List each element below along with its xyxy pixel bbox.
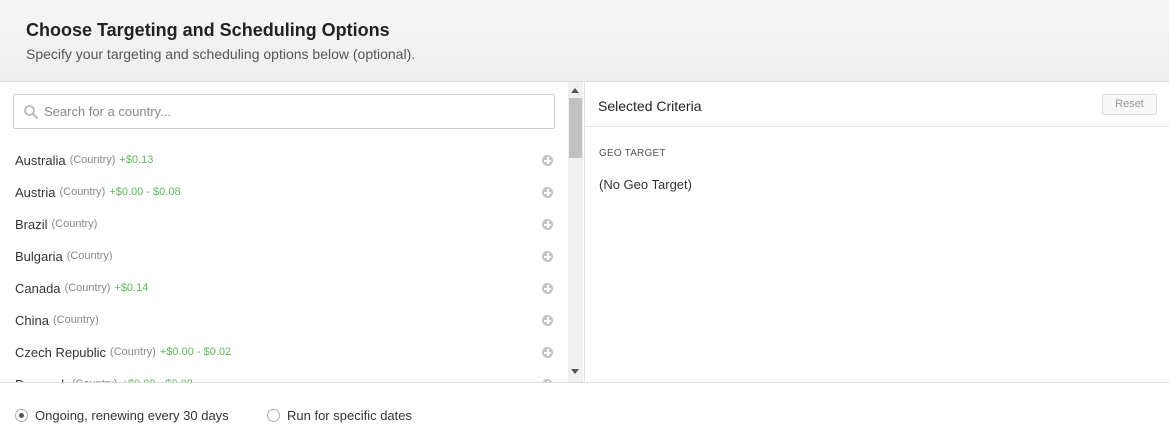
- country-row[interactable]: Canada (Country) +$0.14: [0, 272, 568, 304]
- country-name: Bulgaria: [15, 248, 63, 264]
- country-type: (Country): [66, 250, 113, 262]
- add-circle-icon[interactable]: [542, 219, 553, 230]
- country-price: +$0.00 - $0.08: [109, 186, 181, 198]
- selected-criteria-title: Selected Criteria: [598, 98, 702, 114]
- country-row[interactable]: Bulgaria (Country): [0, 240, 568, 272]
- page-subtitle: Specify your targeting and scheduling op…: [26, 46, 416, 62]
- selected-criteria-panel: Selected Criteria Reset GEO TARGET (No G…: [584, 82, 1169, 382]
- ongoing-radio-option[interactable]: Ongoing, renewing every 30 days: [15, 408, 229, 423]
- country-price: +$0.14: [114, 282, 149, 294]
- geo-target-label: GEO TARGET: [599, 148, 666, 159]
- add-circle-icon[interactable]: [542, 347, 553, 358]
- reset-button[interactable]: Reset: [1102, 94, 1157, 115]
- country-type: (Country): [69, 154, 116, 166]
- country-type: (Country): [51, 218, 98, 230]
- add-circle-icon[interactable]: [542, 283, 553, 294]
- country-row[interactable]: Denmark(Country)+$0.00 - $0.08: [0, 368, 568, 382]
- country-type: (Country): [59, 186, 106, 198]
- schedule-footer: Ongoing, renewing every 30 days Run for …: [0, 382, 1169, 444]
- country-name: Canada: [15, 280, 61, 296]
- page-title: Choose Targeting and Scheduling Options: [26, 20, 390, 40]
- geo-target-value: (No Geo Target): [599, 177, 692, 192]
- ongoing-radio[interactable]: [15, 409, 28, 422]
- selected-criteria-header: Selected Criteria Reset: [585, 82, 1169, 127]
- header: Choose Targeting and Scheduling Options …: [0, 0, 1169, 82]
- search-box[interactable]: [13, 94, 555, 129]
- scroll-up-arrow-icon[interactable]: [571, 88, 579, 93]
- add-circle-icon[interactable]: [542, 251, 553, 262]
- country-price: +$0.00 - $0.02: [159, 346, 232, 358]
- country-type: (Country): [110, 346, 156, 358]
- country-row[interactable]: Australia (Country) +$0.13: [0, 144, 568, 176]
- specific-dates-radio[interactable]: [267, 409, 280, 422]
- country-list: Australia (Country) +$0.13 Austria (Country)…: [0, 144, 568, 382]
- country-name: Australia: [15, 152, 66, 168]
- scroll-down-arrow-icon[interactable]: [571, 369, 579, 374]
- search-input[interactable]: [44, 95, 549, 128]
- country-type: (Country): [64, 282, 111, 294]
- specific-dates-radio-label: Run for specific dates: [287, 408, 413, 423]
- specific-dates-radio-option[interactable]: Run for specific dates: [267, 408, 412, 423]
- ongoing-radio-label: Ongoing, renewing every 30 days: [35, 408, 229, 423]
- country-type: (Country): [52, 314, 99, 326]
- add-circle-icon[interactable]: [542, 155, 553, 166]
- country-name: Austria: [15, 184, 56, 200]
- add-circle-icon[interactable]: [542, 315, 553, 326]
- country-row[interactable]: Brazil (Country): [0, 208, 568, 240]
- search-icon: [24, 105, 38, 119]
- country-name: Czech Republic: [15, 344, 107, 360]
- scrollbar[interactable]: [568, 82, 583, 382]
- add-circle-icon[interactable]: [542, 187, 553, 198]
- country-row[interactable]: China (Country): [0, 304, 568, 336]
- country-name: Brazil: [15, 216, 48, 232]
- country-name: China: [15, 312, 49, 328]
- scrollbar-thumb[interactable]: [569, 98, 582, 158]
- country-panel: Australia(Country)+$0.13Austria(Country)…: [0, 82, 568, 382]
- country-row[interactable]: Czech Republic (Country) +$0.00 - $0.02: [0, 336, 568, 368]
- country-row[interactable]: Austria (Country) +$0.00 - $0.08: [0, 176, 568, 208]
- country-price: +$0.13: [119, 154, 154, 166]
